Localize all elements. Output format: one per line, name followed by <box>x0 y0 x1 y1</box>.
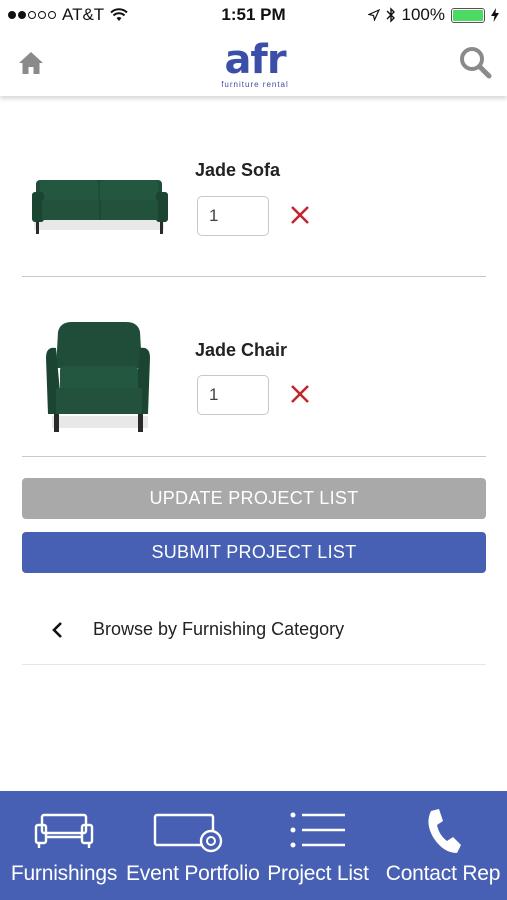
list-icon <box>290 812 345 848</box>
status-indicators: 100% <box>367 5 499 25</box>
bluetooth-icon <box>386 7 395 23</box>
item-name[interactable]: Jade Chair <box>195 340 287 361</box>
quantity-input[interactable]: 1 <box>197 196 269 236</box>
tab-contact-rep[interactable]: Contact Rep <box>379 791 507 900</box>
phone-icon <box>428 809 461 853</box>
tab-label: Event Portfolio <box>126 862 260 885</box>
update-project-list-button[interactable]: UPDATE PROJECT LIST <box>22 478 486 519</box>
chair-image <box>46 322 150 432</box>
app-header: afr furniture rental <box>0 30 507 96</box>
remove-item-button[interactable] <box>289 383 313 407</box>
status-bar: AT&T 1:51 PM 100% <box>0 0 507 30</box>
quantity-input[interactable]: 1 <box>197 375 269 415</box>
home-button[interactable] <box>17 50 45 76</box>
tab-event-portfolio[interactable]: Event Portfolio <box>126 791 260 900</box>
tab-label: Furnishings <box>10 862 118 885</box>
logo-subtitle: furniture rental <box>221 80 289 89</box>
portfolio-icon <box>153 813 223 853</box>
charging-icon <box>491 8 499 22</box>
sofa-icon <box>34 813 94 848</box>
afr-logo[interactable]: afr furniture rental <box>205 40 305 92</box>
home-icon <box>19 52 43 74</box>
sofa-image <box>32 180 168 234</box>
tab-furnishings[interactable]: Furnishings <box>0 791 128 900</box>
tab-project-list[interactable]: Project List <box>254 791 382 900</box>
tab-label: Contact Rep <box>385 862 501 885</box>
location-icon <box>367 9 380 21</box>
bottom-tab-bar: Furnishings Event Portfolio Project List… <box>0 791 507 900</box>
submit-project-list-button[interactable]: SUBMIT PROJECT LIST <box>22 532 486 573</box>
remove-item-button[interactable] <box>289 204 313 228</box>
logo-wordmark: afr <box>224 37 286 83</box>
chevron-left-icon <box>52 622 62 638</box>
browse-label: Browse by Furnishing Category <box>93 619 345 639</box>
tab-label: Project List <box>267 862 369 885</box>
close-icon <box>291 206 309 224</box>
browse-category-link[interactable]: Browse by Furnishing Category <box>22 608 486 652</box>
search-icon <box>460 47 492 79</box>
browse-divider <box>22 664 486 665</box>
battery-icon <box>451 7 485 23</box>
search-button[interactable] <box>458 45 492 79</box>
item-divider <box>22 456 486 457</box>
item-name[interactable]: Jade Sofa <box>195 160 280 181</box>
item-divider <box>22 276 486 277</box>
battery-percent: 100% <box>401 5 445 24</box>
close-icon <box>291 385 309 403</box>
